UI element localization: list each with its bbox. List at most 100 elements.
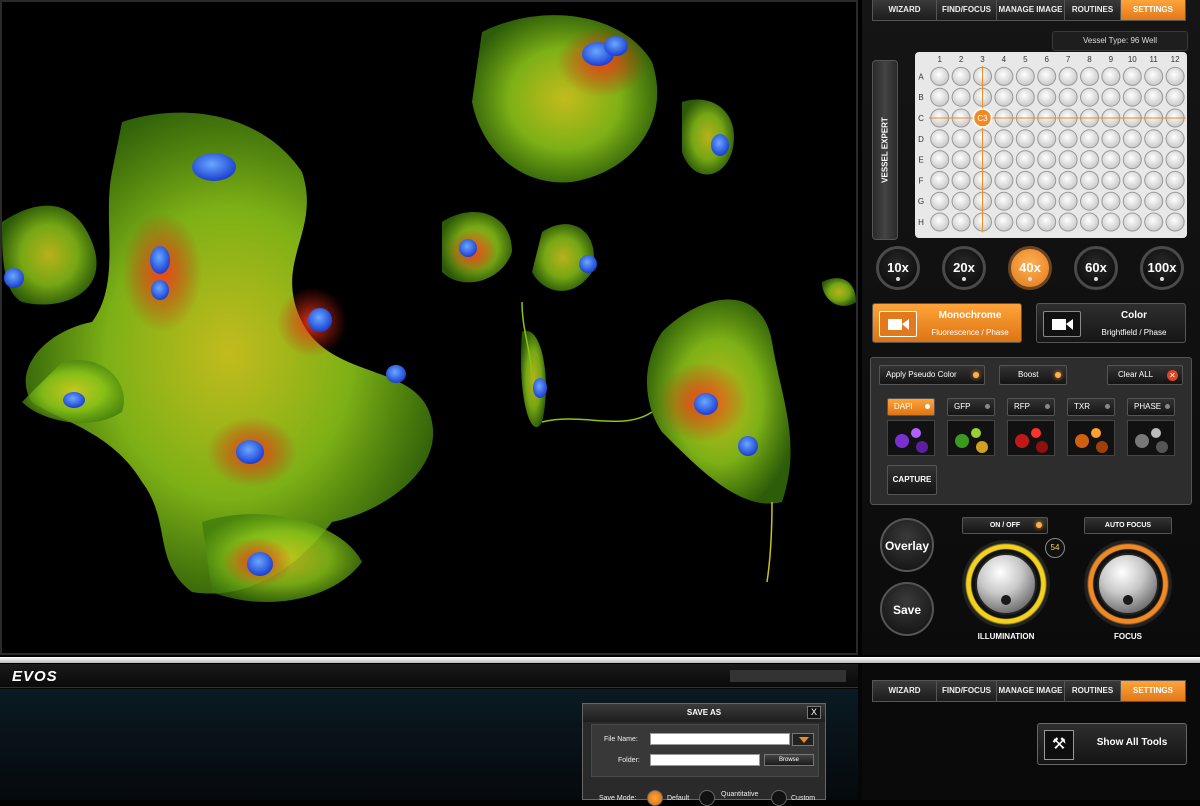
apply-pseudo-color-button[interactable]: Apply Pseudo Color bbox=[879, 365, 985, 385]
well-F2[interactable] bbox=[951, 170, 971, 190]
well-A7[interactable] bbox=[1058, 66, 1078, 86]
well-B8[interactable] bbox=[1080, 87, 1099, 107]
well-F9[interactable] bbox=[1101, 170, 1121, 190]
auto-focus-button[interactable]: AUTO FOCUS bbox=[1084, 517, 1172, 534]
well-E8[interactable] bbox=[1080, 150, 1099, 170]
file-name-dropdown[interactable] bbox=[792, 733, 814, 746]
well-E7[interactable] bbox=[1058, 150, 1078, 170]
monochrome-camera-button[interactable]: Monochrome Fluorescence / Phase bbox=[872, 303, 1022, 343]
well-G1[interactable] bbox=[930, 191, 950, 211]
well-B4[interactable] bbox=[994, 87, 1014, 107]
objective-100x-button[interactable]: 100x bbox=[1140, 246, 1184, 290]
well-G8[interactable] bbox=[1080, 191, 1099, 211]
well-G5[interactable] bbox=[1015, 191, 1035, 211]
gfp-thumbnail[interactable] bbox=[947, 420, 995, 456]
well-H10[interactable] bbox=[1122, 212, 1142, 232]
well-E6[interactable] bbox=[1037, 150, 1057, 170]
well-plate-grid[interactable]: 1 2 3 4 5 6 7 8 9 10 11 12ABCDEFGHC3 bbox=[915, 52, 1187, 238]
well-D10[interactable] bbox=[1122, 129, 1142, 149]
well-A11[interactable] bbox=[1144, 66, 1164, 86]
well-A2[interactable] bbox=[951, 66, 971, 86]
well-H9[interactable] bbox=[1101, 212, 1121, 232]
well-B6[interactable] bbox=[1037, 87, 1057, 107]
well-H12[interactable] bbox=[1165, 212, 1185, 232]
phase-thumbnail[interactable] bbox=[1127, 420, 1175, 456]
well-A10[interactable] bbox=[1122, 66, 1142, 86]
illumination-on-off-button[interactable]: ON / OFF bbox=[962, 517, 1048, 534]
tab-settings[interactable]: SETTINGS bbox=[1121, 681, 1185, 701]
well-G9[interactable] bbox=[1101, 191, 1121, 211]
well-F4[interactable] bbox=[994, 170, 1014, 190]
tab-settings[interactable]: SETTINGS bbox=[1121, 0, 1185, 20]
well-G7[interactable] bbox=[1058, 191, 1078, 211]
tab-find-focus[interactable]: FIND/FOCUS bbox=[937, 0, 997, 20]
vessel-type-label[interactable]: Vessel Type: 96 Well bbox=[1052, 31, 1188, 51]
well-D4[interactable] bbox=[994, 129, 1014, 149]
well-D8[interactable] bbox=[1080, 129, 1099, 149]
well-G11[interactable] bbox=[1144, 191, 1164, 211]
save-mode-custom-radio[interactable] bbox=[771, 790, 787, 806]
well-D5[interactable] bbox=[1015, 129, 1035, 149]
dapi-thumbnail[interactable] bbox=[887, 420, 935, 456]
well-H8[interactable] bbox=[1080, 212, 1099, 232]
well-A5[interactable] bbox=[1015, 66, 1035, 86]
cube-phase-button[interactable]: PHASE bbox=[1127, 398, 1175, 416]
close-dialog-button[interactable]: X bbox=[807, 706, 821, 719]
well-A8[interactable] bbox=[1080, 66, 1099, 86]
tab-find-focus[interactable]: FIND/FOCUS bbox=[937, 681, 997, 701]
well-D7[interactable] bbox=[1058, 129, 1078, 149]
well-A6[interactable] bbox=[1037, 66, 1057, 86]
clear-all-button[interactable]: Clear ALL ✕ bbox=[1107, 365, 1183, 385]
tab-manage-image[interactable]: MANAGE IMAGE bbox=[997, 0, 1065, 20]
well-H6[interactable] bbox=[1037, 212, 1057, 232]
well-D11[interactable] bbox=[1144, 129, 1164, 149]
well-F11[interactable] bbox=[1144, 170, 1164, 190]
objective-10x-button[interactable]: 10x bbox=[876, 246, 920, 290]
well-G6[interactable] bbox=[1037, 191, 1057, 211]
well-F6[interactable] bbox=[1037, 170, 1057, 190]
well-D1[interactable] bbox=[930, 129, 950, 149]
cube-txr-button[interactable]: TXR bbox=[1067, 398, 1115, 416]
save-button[interactable]: Save bbox=[880, 582, 934, 636]
rfp-thumbnail[interactable] bbox=[1007, 420, 1055, 456]
tab-wizard[interactable]: WIZARD bbox=[873, 0, 937, 20]
well-H11[interactable] bbox=[1144, 212, 1164, 232]
cube-rfp-button[interactable]: RFP bbox=[1007, 398, 1055, 416]
well-E5[interactable] bbox=[1015, 150, 1035, 170]
well-F8[interactable] bbox=[1080, 170, 1099, 190]
well-D12[interactable] bbox=[1165, 129, 1185, 149]
well-H2[interactable] bbox=[951, 212, 971, 232]
well-A9[interactable] bbox=[1101, 66, 1121, 86]
well-plate-map[interactable]: 1 2 3 4 5 6 7 8 9 10 11 12 A B C D E F G H C3 bbox=[915, 52, 1187, 238]
tab-routines[interactable]: ROUTINES bbox=[1065, 0, 1121, 20]
objective-40x-button[interactable]: 40x bbox=[1008, 246, 1052, 290]
well-A4[interactable] bbox=[994, 66, 1014, 86]
well-E12[interactable] bbox=[1165, 150, 1185, 170]
browse-button[interactable]: Browse bbox=[764, 754, 814, 766]
well-B7[interactable] bbox=[1058, 87, 1078, 107]
well-B10[interactable] bbox=[1122, 87, 1142, 107]
objective-60x-button[interactable]: 60x bbox=[1074, 246, 1118, 290]
save-mode-quantitative-radio[interactable] bbox=[699, 790, 715, 806]
well-H4[interactable] bbox=[994, 212, 1014, 232]
well-A12[interactable] bbox=[1165, 66, 1185, 86]
well-F1[interactable] bbox=[930, 170, 950, 190]
well-B9[interactable] bbox=[1101, 87, 1121, 107]
well-B12[interactable] bbox=[1165, 87, 1185, 107]
well-H5[interactable] bbox=[1015, 212, 1035, 232]
well-F12[interactable] bbox=[1165, 170, 1185, 190]
cube-dapi-button[interactable]: DAPI bbox=[887, 398, 935, 416]
txr-thumbnail[interactable] bbox=[1067, 420, 1115, 456]
well-E10[interactable] bbox=[1122, 150, 1142, 170]
save-mode-default-radio[interactable] bbox=[647, 790, 663, 806]
capture-button[interactable]: CAPTURE bbox=[887, 465, 937, 495]
well-E11[interactable] bbox=[1144, 150, 1164, 170]
boost-button[interactable]: Boost bbox=[999, 365, 1067, 385]
color-camera-button[interactable]: Color Brightfield / Phase bbox=[1036, 303, 1186, 343]
well-E1[interactable] bbox=[930, 150, 950, 170]
well-B2[interactable] bbox=[951, 87, 971, 107]
well-B1[interactable] bbox=[930, 87, 950, 107]
well-G4[interactable] bbox=[994, 191, 1014, 211]
tab-routines[interactable]: ROUTINES bbox=[1065, 681, 1121, 701]
focus-knob[interactable] bbox=[1084, 540, 1172, 628]
